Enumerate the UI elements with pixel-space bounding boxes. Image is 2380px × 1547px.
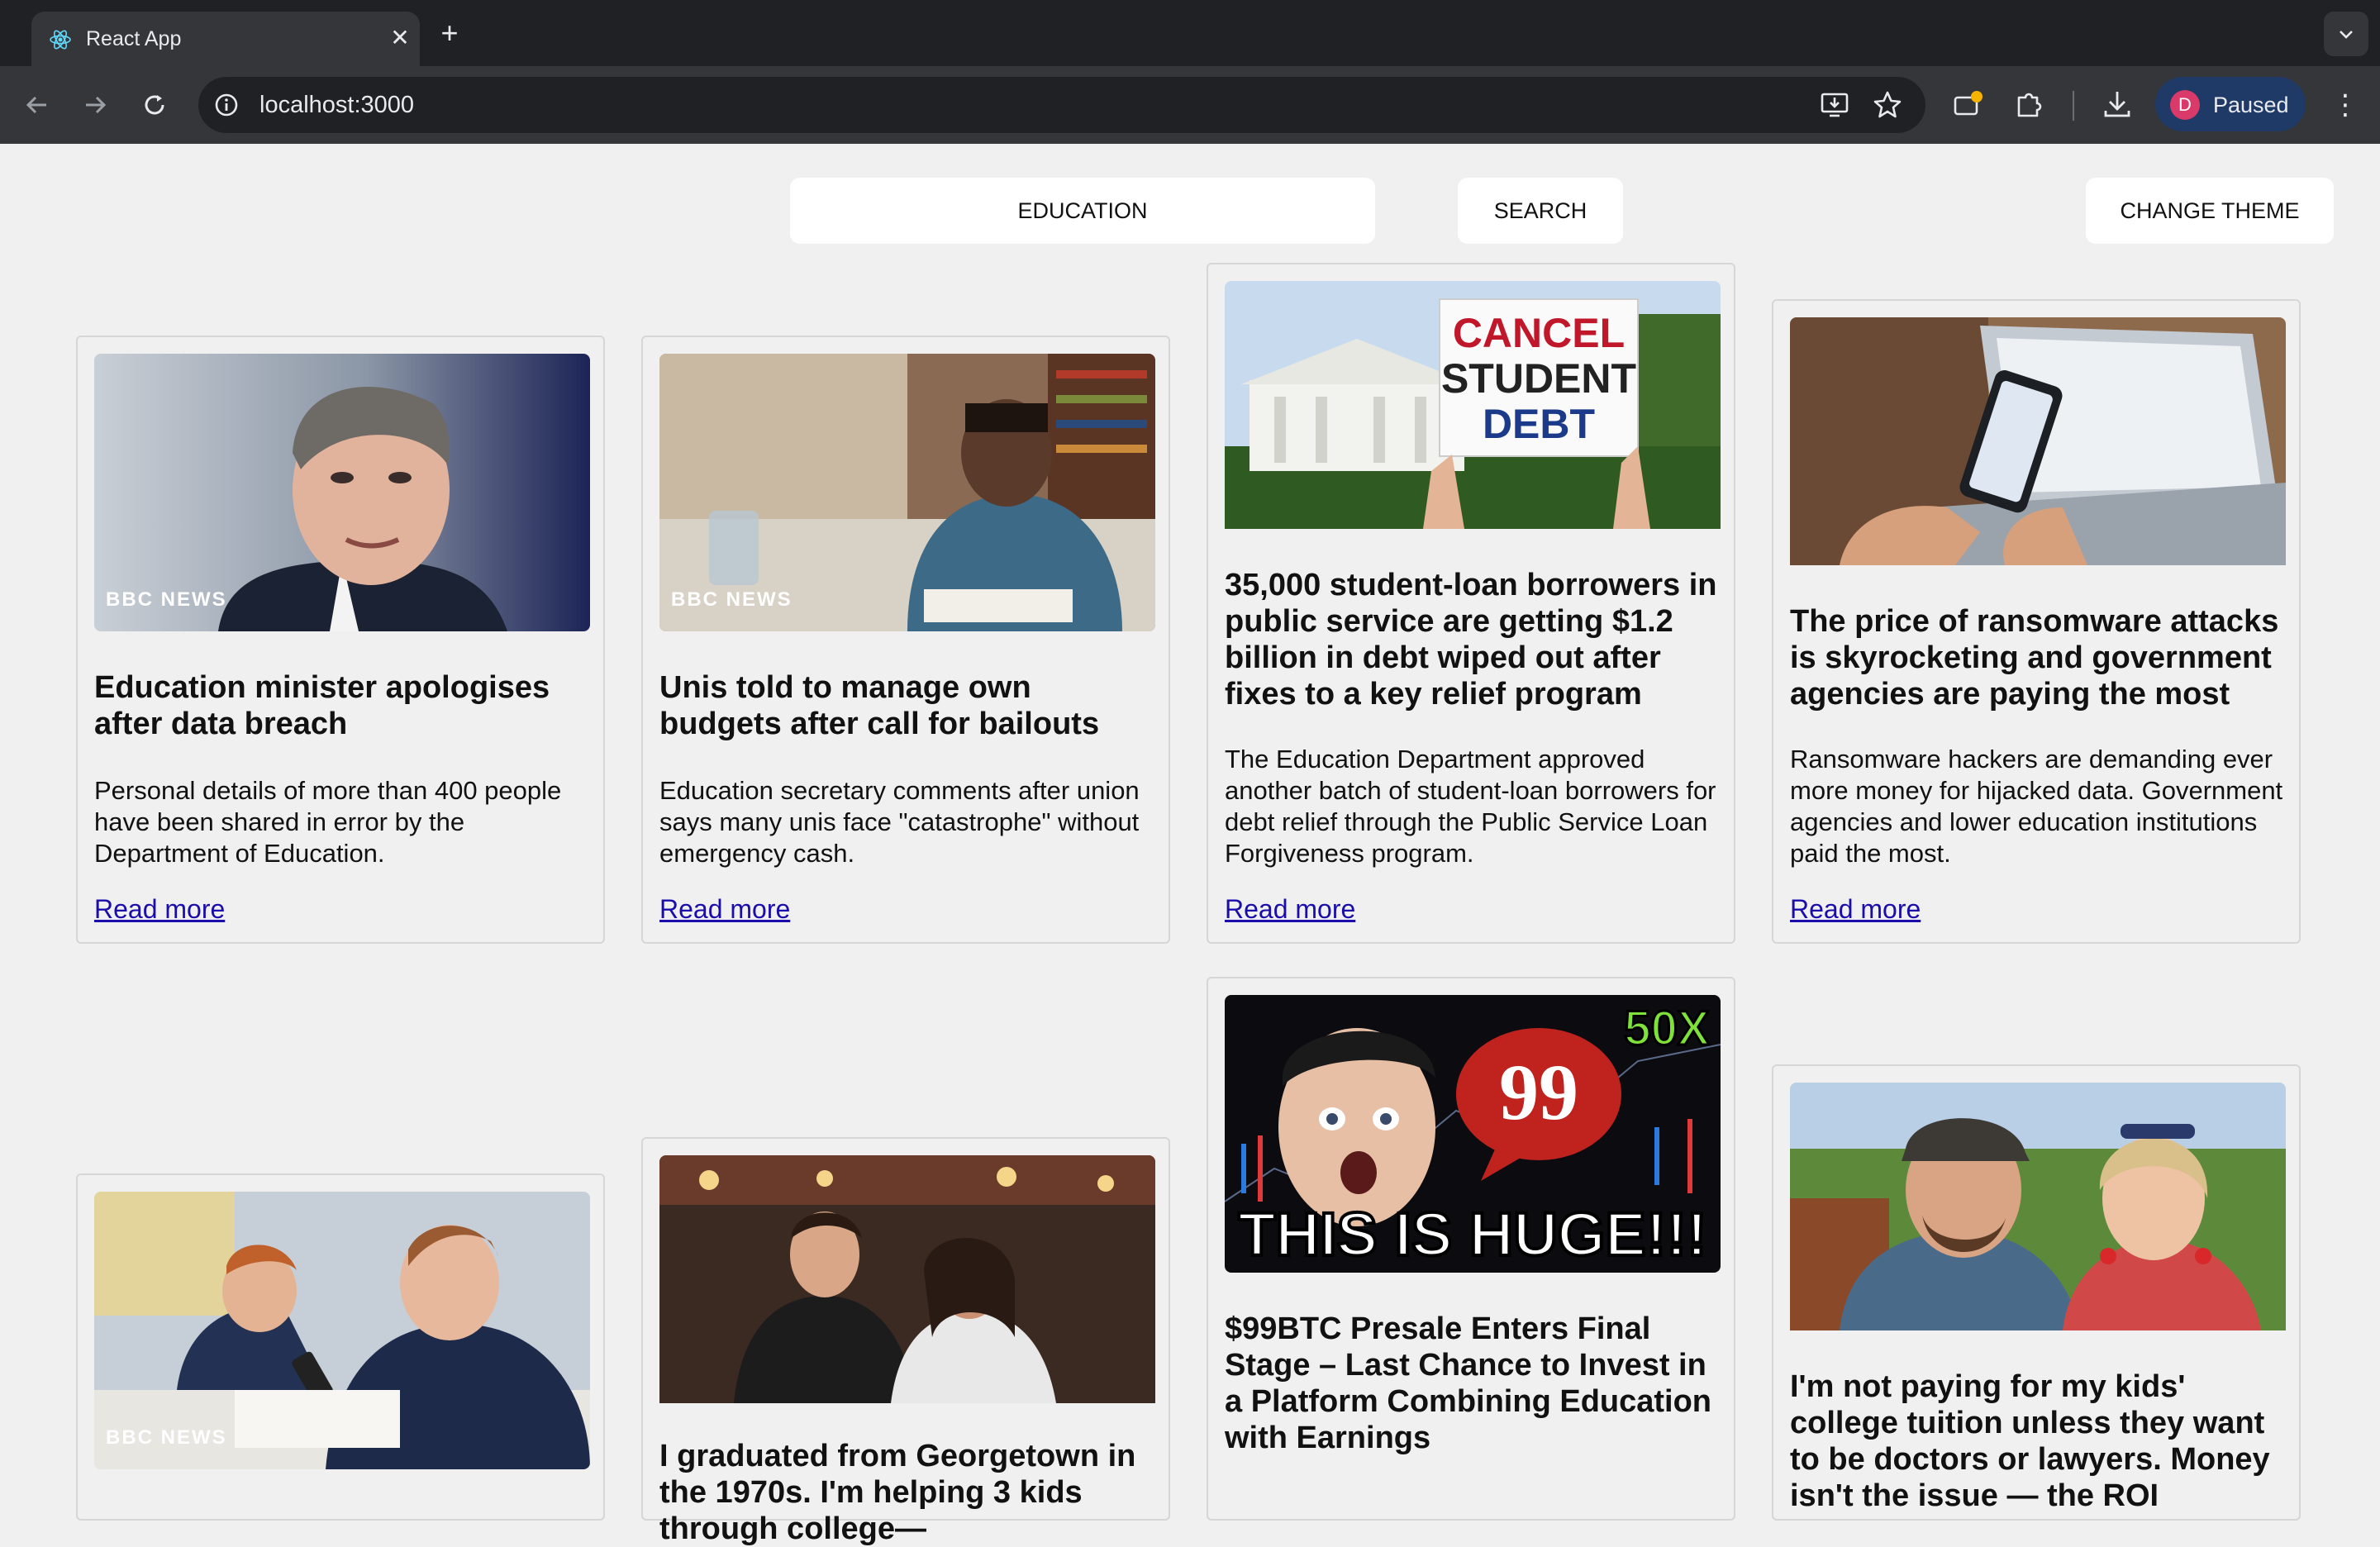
article-image[interactable]: BBC NEWS [659,354,1155,631]
read-more-link[interactable]: Read more [1790,894,1921,925]
news-card: CANCEL STUDENT DEBT 35,000 student-loan … [1207,263,1735,944]
profile-button[interactable]: D Paused [2155,77,2306,131]
news-card: BBC NEWS [76,1173,605,1521]
browser-tab[interactable]: React App ✕ [31,12,420,66]
card-description: Ransomware hackers are demanding ever mo… [1790,745,2283,868]
url-text[interactable]: localhost:3000 [259,92,414,119]
browser-tab-bar: React App ✕ + [0,0,2380,66]
bookmark-star-icon[interactable] [1871,88,1904,121]
headline-overlay-text: THIS IS HUGE!!! [1238,1200,1706,1269]
install-app-icon[interactable] [1818,88,1851,121]
bubble-number: 99 [1499,1048,1578,1136]
card-description: Personal details of more than 400 people… [94,776,562,868]
multiplier-text: 50X [1624,1002,1710,1055]
news-card: BBC NEWS Education minister apologises a… [76,336,605,944]
georgetown-couple-photo [659,1155,1155,1403]
extensions-puzzle-icon[interactable] [2011,86,2048,122]
article-image[interactable]: BBC NEWS [94,1192,590,1469]
address-bar[interactable]: localhost:3000 [198,77,1925,133]
bbc-news-badge: BBC NEWS [106,588,227,611]
change-theme-button[interactable]: CHANGE THEME [2086,178,2334,244]
read-more-link[interactable]: Read more [1225,894,1355,925]
card-title: I graduated from Georgetown in the 1970s… [659,1439,1136,1546]
bbc-news-badge: BBC NEWS [106,1426,227,1449]
tab-close-icon[interactable]: ✕ [385,23,415,53]
tab-search-chevron-icon[interactable] [2324,12,2368,56]
card-title: Education minister apologises after data… [94,670,550,741]
news-card: I'm not paying for my kids' college tuit… [1772,1064,2301,1521]
avatar: D [2170,90,2200,120]
card-description: The Education Department approved anothe… [1225,745,1716,868]
react-logo-icon [50,30,71,50]
sign-word: DEBT [1483,401,1595,447]
search-input[interactable] [790,178,1375,244]
reload-icon[interactable] [136,86,174,124]
news-card: BBC NEWS Unis told to manage own budgets… [641,336,1170,944]
tab-title: React App [86,27,182,50]
site-info-icon[interactable] [213,92,240,118]
article-image[interactable] [1790,1083,2286,1360]
profile-status-label: Paused [2213,93,2289,117]
read-more-link[interactable]: Read more [659,894,790,925]
download-icon[interactable] [2099,86,2135,122]
new-tab-icon[interactable]: + [433,17,466,50]
crypto-thumbnail-image: 99 50X THIS IS HUGE!!! [1225,995,1721,1273]
parents-selfie-image [1790,1083,2286,1330]
cancel-student-debt-protest-image: CANCEL STUDENT DEBT [1225,281,1721,529]
news-card: The price of ransomware attacks is skyro… [1772,299,2301,944]
card-title: The price of ransomware attacks is skyro… [1790,604,2279,712]
read-more-link[interactable]: Read more [94,894,225,925]
sign-word: STUDENT [1441,355,1636,402]
card-title: Unis told to manage own budgets after ca… [659,670,1100,741]
article-image[interactable]: BBC NEWS [94,354,590,631]
article-image[interactable] [659,1155,1155,1433]
browser-toolbar: localhost:3000 D Paused ⋮ [0,66,2380,144]
forward-arrow-icon[interactable] [76,86,114,124]
article-image[interactable] [1790,317,2286,595]
card-title: I'm not paying for my kids' college tuit… [1790,1369,2270,1513]
back-arrow-icon[interactable] [18,86,56,124]
sign-word: CANCEL [1453,310,1625,356]
toolbar-divider [2073,91,2074,121]
article-image[interactable]: 99 50X THIS IS HUGE!!! [1225,995,1721,1273]
extension-alert-icon[interactable] [1950,86,1987,122]
search-button[interactable]: SEARCH [1458,178,1623,244]
card-description: Education secretary comments after union… [659,776,1140,868]
news-card: I graduated from Georgetown in the 1970s… [641,1137,1170,1546]
card-title: 35,000 student-loan borrowers in public … [1225,568,1717,712]
card-title: $99BTC Presale Enters Final Stage – Last… [1225,1311,1712,1455]
news-card: 99 50X THIS IS HUGE!!! $99BTC Presale En… [1207,977,1735,1521]
article-image[interactable]: CANCEL STUDENT DEBT [1225,281,1721,559]
laptop-phone-security-image [1790,317,2286,565]
bbc-news-badge: BBC NEWS [671,588,793,611]
more-menu-icon[interactable]: ⋮ [2329,86,2362,124]
